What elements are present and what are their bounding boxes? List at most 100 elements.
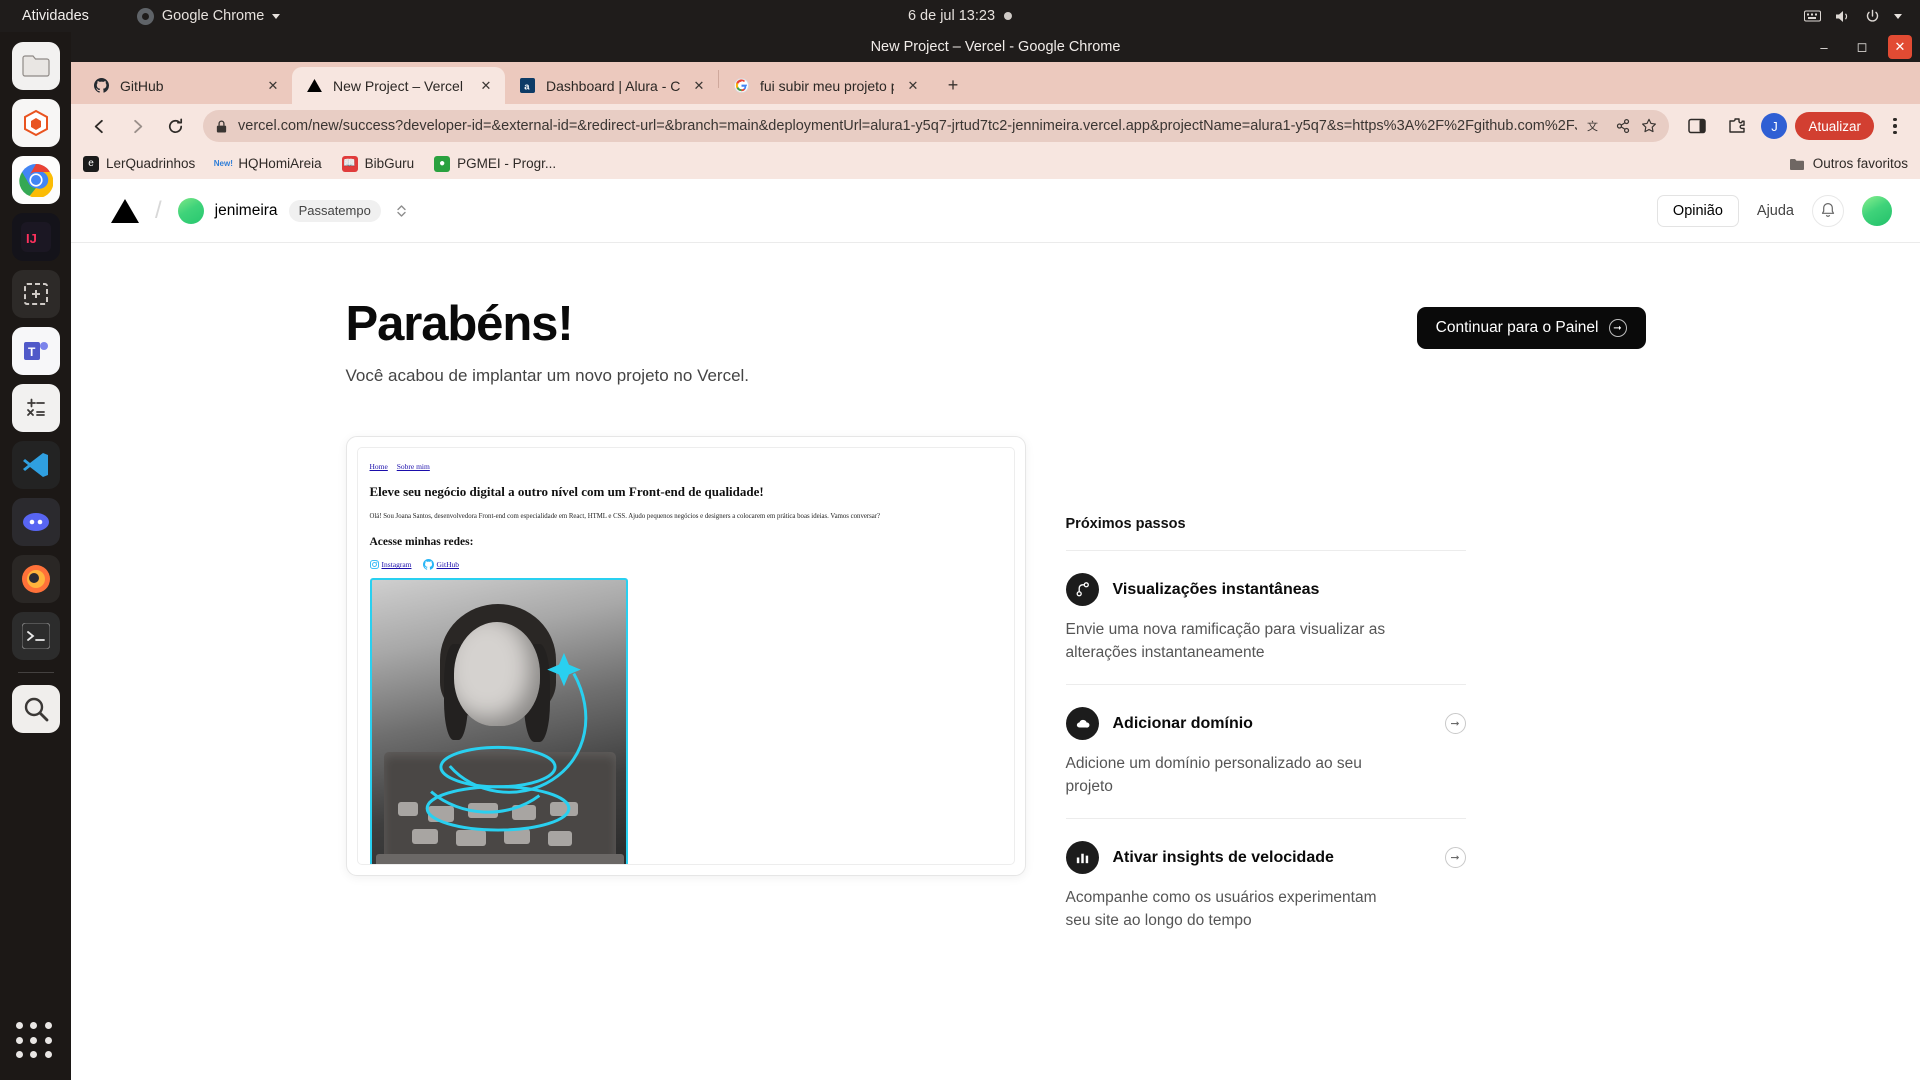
site-preview: Home Sobre mim Eleve seu negócio digital…: [356, 447, 1015, 866]
preview-socials: Instagram GitHub: [369, 559, 1002, 571]
dock-item-files[interactable]: [11, 42, 60, 90]
active-app-name: Google Chrome: [161, 8, 265, 24]
tab-title: GitHub: [120, 77, 164, 94]
lower-section: Home Sobre mim Eleve seu negócio digital…: [345, 436, 1646, 952]
browser-tab-vercel[interactable]: New Project – Vercel ✕: [292, 67, 505, 104]
preview-nav-home[interactable]: Home: [370, 462, 388, 471]
help-link[interactable]: Ajuda: [1757, 203, 1794, 219]
activities-button[interactable]: Atividades: [22, 8, 89, 24]
bookmark-star-icon: [1642, 118, 1657, 133]
arrow-right-icon[interactable]: ➞: [1444, 713, 1466, 735]
preview-socials-heading: Acesse minhas redes:: [369, 536, 474, 549]
preview-social-instagram[interactable]: Instagram: [369, 560, 412, 569]
dock-item-teams[interactable]: T: [11, 327, 60, 375]
share-icon: [1617, 118, 1630, 134]
google-icon: [733, 77, 750, 94]
bookmark-bibguru[interactable]: 📖 BibGuru: [341, 155, 414, 172]
dock-item-intellij-idea[interactable]: IJ: [11, 213, 60, 261]
extensions-icon[interactable]: [1721, 110, 1753, 142]
minimize-button[interactable]: –: [1812, 35, 1836, 59]
dock-item-ubuntu-software[interactable]: [11, 99, 60, 147]
address-bar[interactable]: vercel.com/new/success?developer-id=&ext…: [203, 110, 1670, 142]
new-tab-button[interactable]: +: [938, 70, 968, 100]
chart-icon: [1065, 841, 1099, 875]
maximize-button[interactable]: ◻: [1850, 35, 1874, 59]
tab-title: fui subir meu projeto para: [760, 77, 894, 94]
preview-social-github[interactable]: GitHub: [422, 559, 460, 571]
github-icon: [93, 77, 110, 94]
face-shape: [453, 622, 540, 727]
step-title: Adicionar domínio: [1112, 714, 1253, 732]
browser-tab-google-search[interactable]: fui subir meu projeto para ✕: [719, 67, 932, 104]
tab-strip: GitHub ✕ New Project – Vercel ✕ a Dashbo…: [71, 62, 1920, 104]
chevron-down-icon: [272, 13, 281, 19]
system-tray[interactable]: [1804, 9, 1902, 24]
user-avatar[interactable]: [1862, 195, 1892, 226]
next-step-add-domain[interactable]: Adicionar domínio ➞ Adicione um domínio …: [1065, 684, 1466, 818]
forward-button[interactable]: [121, 110, 153, 142]
browser-toolbar: vercel.com/new/success?developer-id=&ext…: [71, 104, 1920, 148]
update-button[interactable]: Atualizar: [1795, 112, 1874, 140]
browser-tab-github[interactable]: GitHub ✕: [79, 67, 292, 104]
preview-nav-about[interactable]: Sobre mim: [397, 462, 430, 471]
vercel-icon: [306, 77, 323, 94]
svg-text:T: T: [28, 345, 36, 359]
dock-item-firefox[interactable]: [11, 555, 60, 603]
page-content: / jenimeira Passatempo Opinião Ajuda Par…: [71, 179, 1920, 1080]
chevron-updown-icon[interactable]: [396, 203, 407, 219]
dock-item-vscode[interactable]: [11, 441, 60, 489]
next-step-instant-previews[interactable]: Visualizações instantâneas Envie uma nov…: [1065, 550, 1466, 684]
preview-paragraph: Olá! Sou Joana Santos, desenvolvedora Fr…: [369, 513, 881, 521]
bookmark-pgmei[interactable]: ● PGMEI - Progr...: [434, 155, 556, 172]
side-panel-icon[interactable]: [1681, 110, 1713, 142]
e-icon: e: [83, 155, 99, 172]
deployment-preview-card[interactable]: Home Sobre mim Eleve seu negócio digital…: [345, 436, 1026, 877]
leaf-icon: ●: [434, 155, 451, 172]
window-title: New Project – Vercel - Google Chrome: [870, 39, 1121, 55]
dock-item-terminal[interactable]: [11, 612, 60, 660]
preview-social-label[interactable]: GitHub: [437, 560, 460, 569]
tab-title: Dashboard | Alura - Cursos: [546, 77, 680, 94]
chrome-menu-button[interactable]: [1882, 117, 1908, 135]
breadcrumb-user[interactable]: jenimeira Passatempo: [177, 197, 407, 224]
dock-item-discord[interactable]: [11, 498, 60, 546]
vercel-logo-icon[interactable]: [111, 198, 139, 223]
avatar: [177, 197, 204, 224]
dock-item-screenshot[interactable]: [11, 270, 60, 318]
svg-text:a: a: [524, 81, 530, 91]
tab-title: New Project – Vercel: [333, 77, 463, 94]
show-applications-button[interactable]: [15, 1022, 56, 1062]
dock-item-search[interactable]: [11, 685, 60, 733]
profile-avatar[interactable]: J: [1761, 113, 1788, 139]
username-label: jenimeira: [214, 201, 278, 219]
close-window-button[interactable]: ✕: [1888, 35, 1912, 59]
dock-item-calculator[interactable]: [11, 384, 60, 432]
close-tab-icon[interactable]: ✕: [690, 77, 708, 95]
other-bookmarks-label: Outros favoritos: [1812, 156, 1908, 171]
close-tab-icon[interactable]: ✕: [264, 77, 282, 95]
breadcrumb-separator: /: [155, 196, 162, 224]
bookmark-hqhomiareia[interactable]: New! HQHomiAreia: [214, 156, 322, 172]
arrow-right-icon[interactable]: ➞: [1444, 847, 1466, 869]
dock-item-chrome[interactable]: [11, 156, 60, 204]
notifications-button[interactable]: [1812, 194, 1844, 227]
next-step-speed-insights[interactable]: Ativar insights de velocidade ➞ Acompanh…: [1065, 818, 1466, 952]
close-tab-icon[interactable]: ✕: [477, 77, 495, 95]
continue-to-dashboard-button[interactable]: Continuar para o Painel ➞: [1416, 307, 1646, 349]
back-button[interactable]: [83, 110, 115, 142]
active-app-menu[interactable]: Google Chrome: [136, 7, 281, 25]
keyboard-icon: [1804, 10, 1821, 22]
other-bookmarks-folder[interactable]: Outros favoritos: [1789, 156, 1908, 171]
url-text: vercel.com/new/success?developer-id=&ext…: [238, 118, 1578, 134]
alura-icon: a: [519, 77, 536, 94]
power-icon: [1866, 9, 1879, 22]
preview-social-label[interactable]: Instagram: [382, 560, 412, 569]
close-tab-icon[interactable]: ✕: [904, 77, 922, 95]
ubuntu-dock: IJ T: [0, 32, 71, 1080]
reload-button[interactable]: [159, 110, 191, 142]
feedback-button[interactable]: Opinião: [1656, 194, 1739, 227]
bookmark-lerquadrinhos[interactable]: e LerQuadrinhos: [83, 155, 195, 172]
window-controls[interactable]: – ◻ ✕: [1812, 35, 1912, 59]
system-clock[interactable]: 6 de jul 13:23: [908, 8, 1013, 24]
browser-tab-alura[interactable]: a Dashboard | Alura - Cursos ✕: [505, 67, 718, 104]
